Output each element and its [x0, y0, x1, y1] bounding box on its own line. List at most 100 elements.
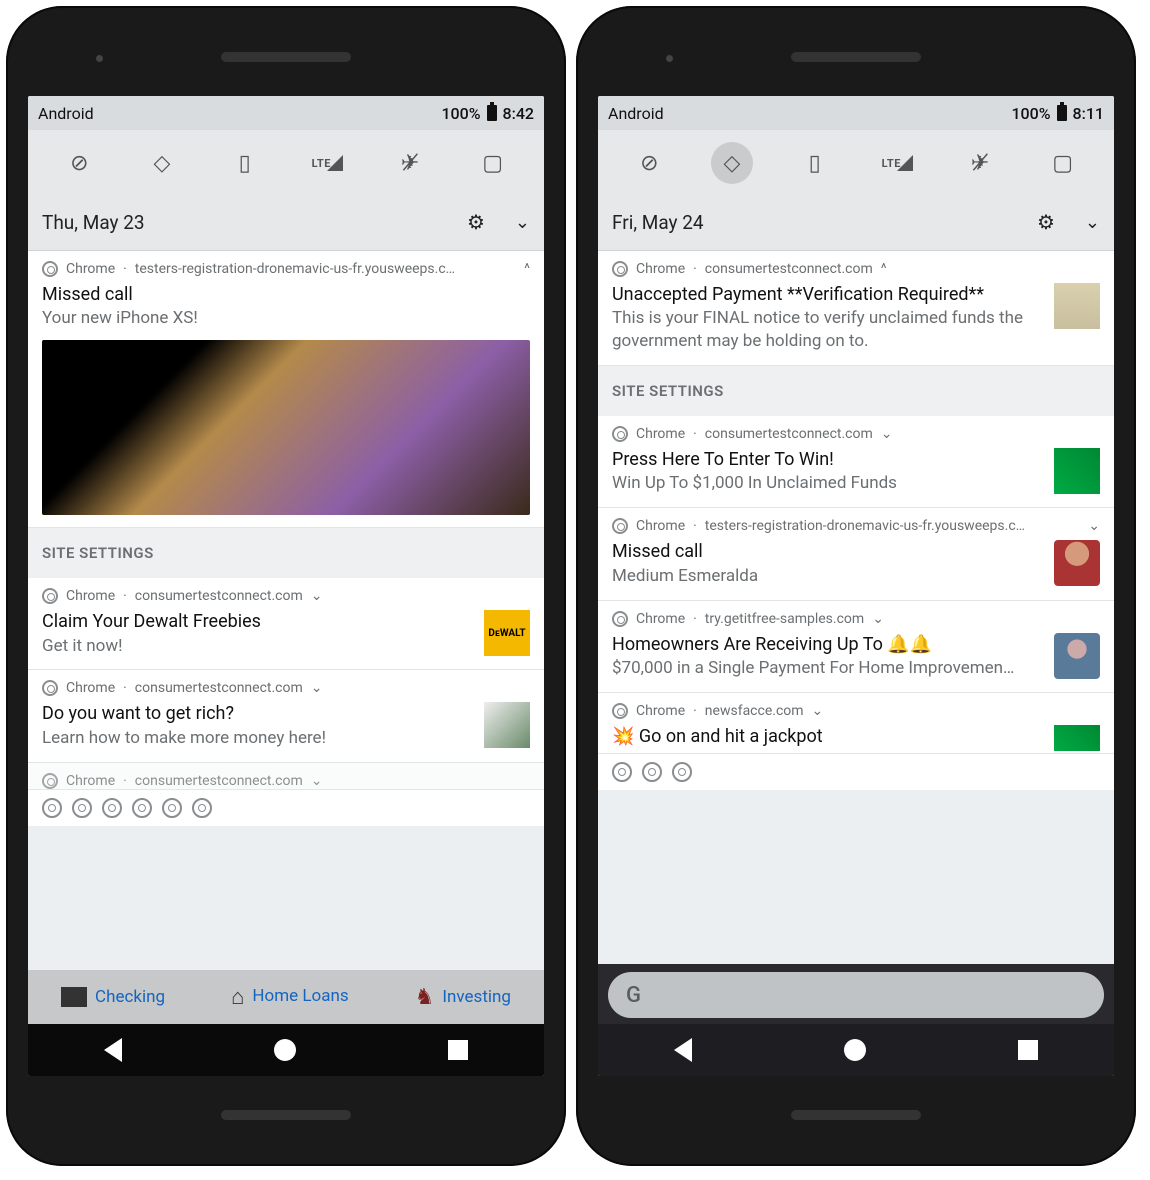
rotate-icon[interactable]: ◇: [711, 142, 753, 184]
chevron-down-icon[interactable]: ⌄: [881, 426, 893, 442]
notif-sub: Medium Esmeralda: [612, 565, 1044, 588]
chevron-down-icon[interactable]: ⌄: [311, 588, 323, 604]
notif-title: Unaccepted Payment **Verification Requir…: [612, 283, 1044, 307]
nav-recent-icon[interactable]: [1018, 1040, 1038, 1060]
chrome-icon[interactable]: [672, 762, 692, 782]
chrome-icon[interactable]: [192, 798, 212, 818]
screen-right: Android 100% 8:11 ⊘ ◇ ▯ LTE ✈̸ ▢ Fri, Ma…: [598, 96, 1114, 1076]
chrome-icon[interactable]: [102, 798, 122, 818]
notification[interactable]: Chrome· testers-registration-dronemavic-…: [598, 508, 1114, 600]
notification[interactable]: Chrome· consumertestconnect.com ^ Unacce…: [598, 251, 1114, 366]
chevron-down-icon[interactable]: ⌄: [1088, 518, 1100, 534]
notif-app: Chrome: [636, 261, 685, 277]
battery-saver-icon[interactable]: ▯: [224, 142, 266, 184]
notif-header: Chrome· consumertestconnect.com ⌄: [42, 680, 530, 696]
nav-back-icon[interactable]: [674, 1038, 692, 1062]
overflow-chrome-strip[interactable]: [598, 754, 1114, 790]
shade-date: Fri, May 24: [612, 211, 704, 234]
clock: 8:11: [1073, 104, 1105, 123]
chrome-icon: [42, 261, 58, 277]
chevron-down-icon[interactable]: ⌄: [872, 611, 884, 627]
airplane-icon[interactable]: ✈̸: [959, 142, 1001, 184]
tab-checking[interactable]: Checking: [61, 987, 165, 1007]
quick-settings[interactable]: ⊘ ◇ ▯ LTE ✈̸ ▢: [598, 130, 1114, 196]
notif-big-image: [42, 340, 530, 515]
chevron-down-icon[interactable]: ⌄: [311, 680, 323, 696]
lte-signal-icon[interactable]: LTE: [306, 142, 348, 184]
status-label: Android: [608, 104, 664, 123]
tab-label: Home Loans: [252, 988, 348, 1006]
dnd-icon[interactable]: ⊘: [58, 142, 100, 184]
dnd-icon[interactable]: ⊘: [628, 142, 670, 184]
chevron-down-icon[interactable]: ⌄: [1085, 212, 1100, 233]
lte-signal-icon[interactable]: LTE: [876, 142, 918, 184]
nav-home-icon[interactable]: [844, 1039, 866, 1061]
chrome-icon: [612, 611, 628, 627]
chevron-down-icon[interactable]: ⌄: [515, 212, 530, 233]
notification-partial[interactable]: Chrome· consumertestconnect.com ⌄: [28, 763, 544, 790]
shade-date-row: Fri, May 24 ⚙ ⌄: [598, 196, 1114, 251]
notif-header: Chrome· consumertestconnect.com ⌄: [42, 588, 530, 604]
notif-title: Do you want to get rich?: [42, 702, 474, 726]
chrome-icon[interactable]: [42, 798, 62, 818]
chevron-up-icon[interactable]: ^: [524, 261, 530, 277]
notification[interactable]: Chrome· consumertestconnect.com ⌄ Claim …: [28, 578, 544, 670]
nav-bar: [28, 1024, 544, 1076]
notif-site: consumertestconnect.com: [705, 426, 873, 442]
chrome-icon: [612, 703, 628, 719]
chrome-icon[interactable]: [162, 798, 182, 818]
notification[interactable]: Chrome· consumertestconnect.com ⌄ Do you…: [28, 670, 544, 762]
chrome-icon[interactable]: [612, 762, 632, 782]
section-site-settings[interactable]: SITE SETTINGS: [598, 366, 1114, 416]
google-search-pill[interactable]: G: [608, 972, 1104, 1018]
notification[interactable]: Chrome· try.getitfree-samples.com ⌄ Home…: [598, 601, 1114, 693]
chevron-down-icon[interactable]: ⌄: [812, 703, 824, 719]
chevron-up-icon[interactable]: ^: [881, 261, 887, 277]
notif-sub: Your new iPhone XS!: [42, 307, 530, 330]
battery-icon: [487, 105, 497, 121]
notification[interactable]: Chrome · testers-registration-dronemavic…: [28, 251, 544, 528]
chrome-icon[interactable]: [642, 762, 662, 782]
phone-left: Android 100% 8:42 ⊘ ◇ ▯ LTE ✈̸ ▢ Thu, Ma…: [6, 6, 566, 1166]
chrome-icon[interactable]: [72, 798, 92, 818]
chevron-down-icon[interactable]: ⌄: [311, 773, 323, 789]
status-bar: Android 100% 8:11: [598, 96, 1114, 130]
notif-sub: This is your FINAL notice to verify uncl…: [612, 307, 1044, 353]
notif-app: Chrome: [66, 588, 115, 604]
notif-sub: $70,000 in a Single Payment For Home Imp…: [612, 657, 1044, 680]
thumb-image: [1054, 633, 1100, 679]
nav-home-icon[interactable]: [274, 1039, 296, 1061]
notif-header: Chrome· consumertestconnect.com ⌄: [42, 773, 530, 789]
notification-list[interactable]: Chrome · testers-registration-dronemavic…: [28, 251, 544, 970]
notification[interactable]: Chrome· consumertestconnect.com ⌄ Press …: [598, 416, 1114, 508]
tab-investing[interactable]: ♞Investing: [415, 985, 511, 1010]
section-site-settings[interactable]: SITE SETTINGS: [28, 528, 544, 578]
notif-app: Chrome: [66, 773, 115, 789]
gear-icon[interactable]: ⚙: [467, 210, 485, 234]
notif-title: Claim Your Dewalt Freebies: [42, 610, 474, 634]
nav-back-icon[interactable]: [104, 1038, 122, 1062]
status-label: Android: [38, 104, 94, 123]
notif-site: consumertestconnect.com: [135, 773, 303, 789]
notification-list[interactable]: Chrome· consumertestconnect.com ^ Unacce…: [598, 251, 1114, 964]
notif-title: Missed call: [42, 283, 530, 307]
cast-icon[interactable]: ▢: [1042, 142, 1084, 184]
nav-recent-icon[interactable]: [448, 1040, 468, 1060]
tab-label: Checking: [95, 987, 165, 1007]
chrome-icon: [42, 680, 58, 696]
notif-site: newsfacce.com: [705, 703, 804, 719]
notif-app: Chrome: [636, 426, 685, 442]
chrome-icon[interactable]: [132, 798, 152, 818]
cast-icon[interactable]: ▢: [472, 142, 514, 184]
notif-app: Chrome: [66, 680, 115, 696]
airplane-icon[interactable]: ✈̸: [389, 142, 431, 184]
notification[interactable]: Chrome· newsfacce.com ⌄ 💥 Go on and hit …: [598, 693, 1114, 754]
notif-site: testers-registration-dronemavic-us-fr.yo…: [135, 261, 516, 277]
battery-saver-icon[interactable]: ▯: [794, 142, 836, 184]
quick-settings[interactable]: ⊘ ◇ ▯ LTE ✈̸ ▢: [28, 130, 544, 196]
gear-icon[interactable]: ⚙: [1037, 210, 1055, 234]
rotate-icon[interactable]: ◇: [141, 142, 183, 184]
camera-dot: [666, 55, 673, 62]
overflow-chrome-strip[interactable]: [28, 790, 544, 826]
tab-home-loans[interactable]: ⌂Home Loans: [231, 984, 349, 1010]
